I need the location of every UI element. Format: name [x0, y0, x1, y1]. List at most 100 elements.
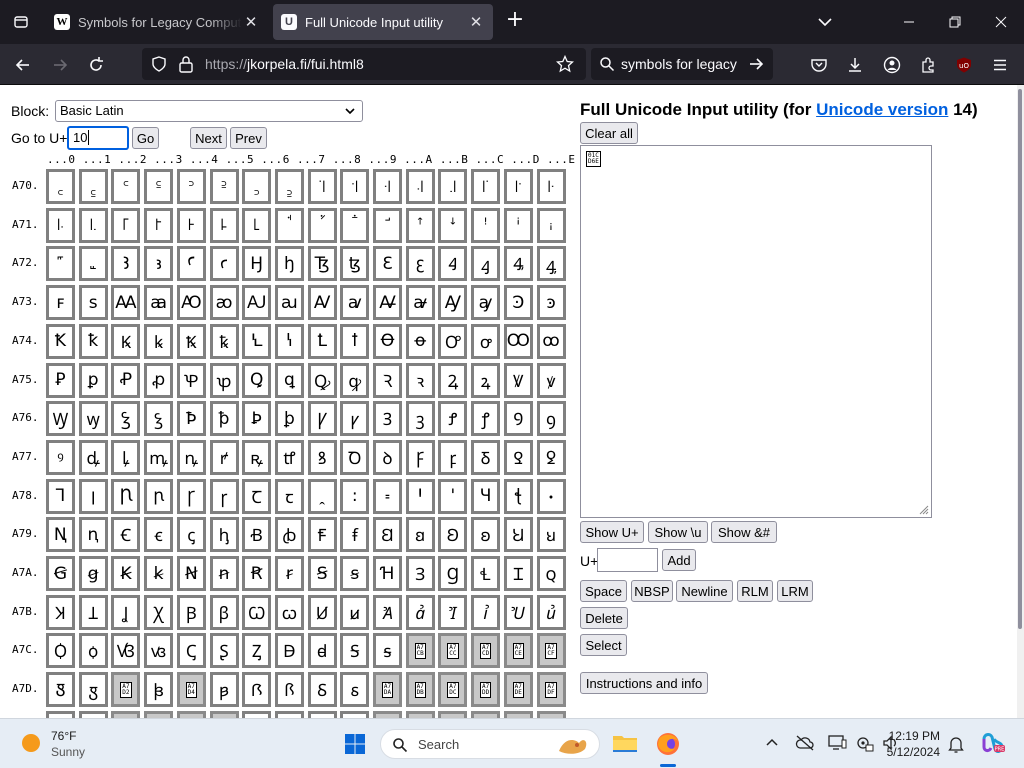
char-cell[interactable]: Ꞑ — [46, 517, 75, 553]
char-cell[interactable]: ꝍ — [471, 323, 501, 359]
char-cell[interactable]: Ɥ — [471, 478, 501, 514]
char-cell[interactable]: ꜞ — [503, 207, 533, 243]
char-cell[interactable]: ꝣ — [144, 401, 174, 437]
char-cell[interactable]: ꝙ — [340, 362, 370, 398]
char-cell[interactable]: Ꞥ — [176, 556, 206, 591]
search-query[interactable]: symbols for legacy c — [621, 56, 741, 72]
char-cell[interactable] — [438, 710, 468, 718]
char-cell[interactable]: ꜆ — [242, 169, 272, 204]
clock-time[interactable]: 12:19 PM — [888, 729, 940, 743]
char-cell[interactable]: Ꝕ — [176, 362, 206, 398]
char-cell[interactable]: Ꝑ — [46, 362, 75, 398]
char-cell[interactable]: ꟈ — [307, 633, 337, 669]
char-cell[interactable]: ꝴ — [176, 439, 206, 475]
restore-icon[interactable] — [940, 8, 970, 36]
tab-fui[interactable]: U Full Unicode Input utility ✕ — [273, 4, 493, 40]
char-cell[interactable]: Ꟁ — [46, 633, 75, 669]
clock-date[interactable]: 5/12/2024 — [884, 745, 940, 759]
char-cell[interactable]: Ꜣ — [111, 246, 141, 282]
char-cell[interactable]: ꞡ — [78, 556, 108, 591]
char-cell[interactable]: ꞯ — [536, 556, 566, 591]
char-cell[interactable]: ꜓ — [144, 207, 174, 243]
pocket-icon[interactable] — [806, 52, 832, 78]
char-cell[interactable]: ꝫ — [405, 401, 435, 437]
char-cell[interactable]: Ꜧ — [242, 246, 272, 282]
unassigned-char-cell[interactable]: A7 DF — [536, 672, 566, 708]
char-cell[interactable]: ꜕ — [209, 207, 239, 243]
char-cell[interactable]: Ꝺ — [340, 439, 370, 475]
char-cell[interactable]: Ꟊ — [340, 633, 370, 669]
char-cell[interactable]: ꝩ — [340, 401, 370, 437]
char-cell[interactable]: Ꞇ — [242, 478, 272, 514]
url-bar[interactable]: https://jkorpela.fi/fui.html8 — [142, 48, 586, 80]
weather-desc[interactable]: Sunny — [51, 745, 85, 759]
char-cell[interactable]: Ꟗ — [242, 672, 272, 708]
next-button[interactable]: Next — [190, 127, 227, 149]
char-cell[interactable]: Ꟑ — [46, 672, 75, 708]
char-cell[interactable] — [111, 710, 141, 718]
bookmark-star-icon[interactable] — [555, 54, 575, 77]
char-cell[interactable]: Ꜥ — [176, 246, 206, 282]
char-cell[interactable]: ꝰ — [46, 439, 75, 475]
char-cell[interactable]: ꞣ — [144, 556, 174, 591]
char-cell[interactable]: ꜿ — [536, 285, 566, 321]
char-cell[interactable]: ꜍ — [471, 169, 501, 204]
shield-icon[interactable] — [150, 55, 168, 77]
char-cell[interactable]: Ꝗ — [242, 362, 272, 398]
char-cell[interactable]: ꝶ — [242, 439, 272, 475]
char-cell[interactable]: ꜄ — [176, 169, 206, 204]
char-cell[interactable]: ꜙ — [340, 207, 370, 243]
char-cell[interactable]: ꞛ — [405, 517, 435, 553]
char-cell[interactable]: Ʂ — [209, 633, 239, 669]
char-cell[interactable]: Ꟙ — [307, 672, 337, 708]
chevron-down-icon[interactable] — [815, 12, 835, 32]
char-cell[interactable]: ꜔ — [176, 207, 206, 243]
account-icon[interactable] — [879, 52, 905, 78]
char-cell[interactable]: ꞗ — [274, 517, 304, 553]
char-cell[interactable]: ꝕ — [209, 362, 239, 398]
instructions-button[interactable]: Instructions and info — [580, 672, 708, 694]
char-cell[interactable]: Ʝ — [111, 594, 141, 630]
char-cell[interactable]: ꜷ — [274, 285, 304, 321]
char-cell[interactable]: ꜘ — [307, 207, 337, 243]
char-cell[interactable]: ꜳ — [144, 285, 174, 321]
char-cell[interactable]: ꝧ — [274, 401, 304, 437]
show-entity-button[interactable]: Show &# — [711, 521, 777, 543]
char-cell[interactable] — [373, 710, 402, 718]
char-cell[interactable]: Ꝿ — [503, 439, 533, 475]
show-uplus-button[interactable]: Show U+ — [580, 521, 644, 543]
extensions-icon[interactable] — [915, 52, 941, 78]
unassigned-char-cell[interactable]: A7 CD — [471, 633, 501, 669]
char-cell[interactable]: Ꝓ — [111, 362, 141, 398]
taskbar-search[interactable]: Search — [380, 729, 600, 759]
char-cell[interactable]: Ꝩ — [307, 401, 337, 437]
close-window-icon[interactable] — [986, 8, 1016, 36]
char-cell[interactable]: ꝿ — [536, 439, 566, 475]
char-cell[interactable]: Ꝝ — [438, 362, 468, 398]
newline-button[interactable]: Newline — [676, 580, 733, 602]
char-cell[interactable]: ꜻ — [405, 285, 435, 321]
char-cell[interactable]: ꝉ — [340, 323, 370, 359]
char-cell[interactable] — [471, 710, 501, 718]
reload-icon[interactable] — [83, 52, 109, 78]
unassigned-char-cell[interactable]: A7 DA — [373, 672, 402, 708]
char-cell[interactable]: Ꜫ — [373, 246, 402, 282]
char-cell[interactable]: ꜝ — [471, 207, 501, 243]
char-cell[interactable]: Ꞛ — [373, 517, 402, 553]
char-cell[interactable]: Ᵹ — [471, 439, 501, 475]
char-cell[interactable]: Ꞝ — [438, 517, 468, 553]
char-cell[interactable]: ꜭ — [471, 246, 501, 282]
tab-list-icon[interactable] — [6, 7, 36, 37]
download-icon[interactable] — [842, 52, 868, 78]
char-cell[interactable]: Ꞹ — [307, 594, 337, 630]
char-cell[interactable]: ꞑ — [78, 517, 108, 553]
char-cell[interactable]: Ꞁ — [46, 478, 75, 514]
char-cell[interactable]: ꜹ — [340, 285, 370, 321]
unicode-version-link[interactable]: Unicode version — [816, 100, 948, 119]
char-cell[interactable]: ꟓ — [144, 672, 174, 708]
go-button[interactable]: Go — [132, 127, 159, 149]
char-cell[interactable] — [274, 710, 304, 718]
forward-icon[interactable] — [47, 52, 73, 78]
char-cell[interactable]: Ꞃ — [111, 478, 141, 514]
char-cell[interactable]: ꞉ — [340, 478, 370, 514]
